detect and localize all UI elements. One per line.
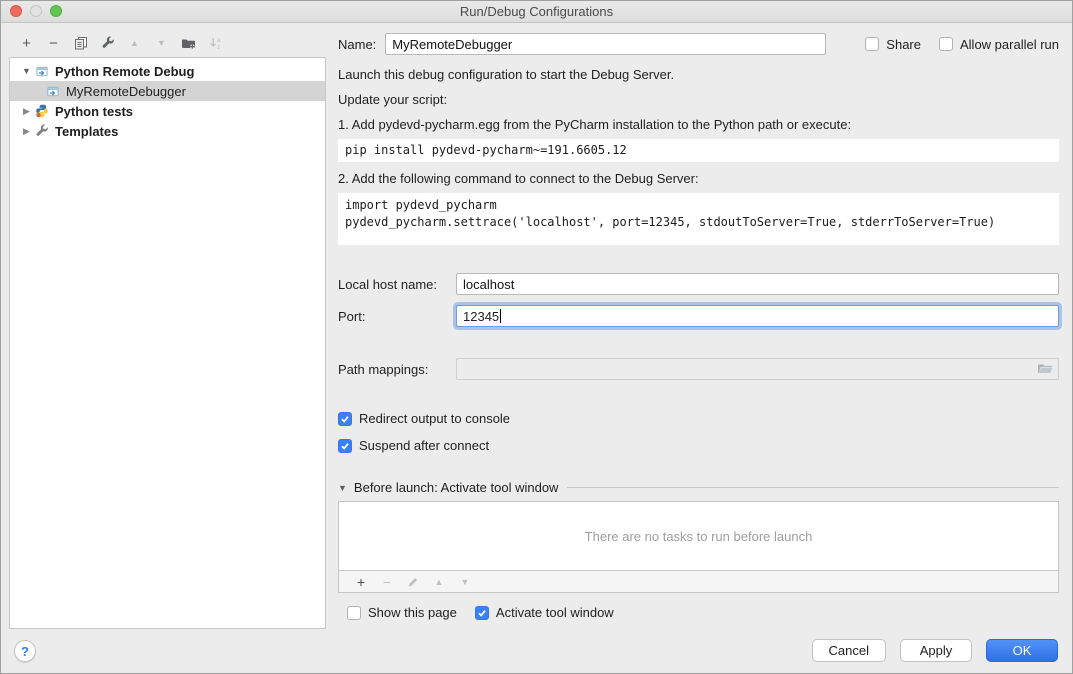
section-divider: [567, 487, 1059, 488]
move-task-up-button: ▲: [426, 577, 452, 587]
ok-button[interactable]: OK: [986, 639, 1058, 662]
browse-folder-icon[interactable]: [1037, 362, 1053, 376]
code-line-import: import pydevd_pycharm: [345, 197, 1052, 214]
share-checkbox[interactable]: [865, 37, 879, 51]
name-label: Name:: [338, 37, 376, 52]
redirect-output-row[interactable]: Redirect output to console: [338, 411, 1059, 426]
text-caret: [500, 309, 501, 323]
sort-alphabetically-icon: az: [202, 31, 229, 55]
collapse-arrow-icon[interactable]: ▶: [20, 106, 33, 117]
edit-templates-wrench-icon[interactable]: [94, 31, 121, 55]
show-this-page-checkbox[interactable]: [347, 606, 361, 620]
suspend-after-connect-label: Suspend after connect: [359, 438, 489, 453]
tree-item-label: MyRemoteDebugger: [66, 84, 186, 99]
tree-item-python-tests[interactable]: ▶ Python tests: [10, 101, 325, 121]
svg-text:z: z: [217, 44, 220, 50]
collapse-section-icon[interactable]: ▼: [338, 483, 347, 493]
new-folder-icon[interactable]: [175, 31, 202, 55]
dialog-footer: ? Cancel Apply OK: [1, 627, 1072, 673]
tree-item-label: Python Remote Debug: [55, 64, 194, 79]
update-script-text: Update your script:: [338, 92, 1059, 108]
step1-text: 1. Add pydevd-pycharm.egg from the PyCha…: [338, 117, 1059, 133]
path-mappings-input[interactable]: [456, 358, 1059, 380]
copy-configuration-icon[interactable]: [67, 31, 94, 55]
move-up-button: ▲: [121, 31, 148, 55]
share-checkbox-pair[interactable]: Share: [865, 37, 921, 52]
before-launch-header[interactable]: ▼ Before launch: Activate tool window: [338, 480, 1059, 495]
remove-configuration-button[interactable]: −: [40, 31, 67, 55]
show-this-page-label: Show this page: [368, 605, 457, 620]
minimize-window-button: [30, 5, 42, 17]
move-task-down-button: ▼: [452, 577, 478, 587]
code-line-settrace: pydevd_pycharm.settrace('localhost', por…: [345, 214, 1052, 231]
before-launch-task-list[interactable]: There are no tasks to run before launch: [338, 501, 1059, 571]
local-host-name-input[interactable]: [456, 273, 1059, 295]
window-title: Run/Debug Configurations: [1, 4, 1072, 19]
configurations-toolbar: + − ▲ ▼ az: [13, 31, 229, 55]
window-controls: [10, 5, 62, 17]
suspend-after-connect-row[interactable]: Suspend after connect: [338, 438, 1059, 453]
collapse-arrow-icon[interactable]: ▶: [20, 126, 33, 137]
tree-item-python-remote-debug[interactable]: ▼ Python Remote Debug: [10, 61, 325, 81]
allow-parallel-run-checkbox-pair[interactable]: Allow parallel run: [939, 37, 1059, 52]
tree-item-myremotedebugger[interactable]: MyRemoteDebugger: [10, 81, 325, 101]
configuration-form: Name: Share Allow parallel run Launch th…: [338, 33, 1059, 620]
path-mappings-label: Path mappings:: [338, 362, 456, 377]
local-host-name-label: Local host name:: [338, 277, 456, 292]
move-down-button: ▼: [148, 31, 175, 55]
titlebar[interactable]: Run/Debug Configurations: [1, 1, 1072, 23]
task-list-toolbar: + − ▲ ▼: [338, 571, 1059, 593]
intro-text: Launch this debug configuration to start…: [338, 67, 1059, 83]
share-label: Share: [886, 37, 921, 52]
add-configuration-button[interactable]: +: [13, 31, 40, 55]
suspend-after-connect-checkbox[interactable]: [338, 439, 352, 453]
redirect-output-checkbox[interactable]: [338, 412, 352, 426]
configurations-tree: ▼ Python Remote Debug MyRemoteDebugger ▶…: [9, 57, 326, 629]
help-button[interactable]: ?: [14, 640, 36, 662]
zoom-window-button[interactable]: [50, 5, 62, 17]
edit-task-pencil-icon: [400, 576, 426, 588]
empty-task-message: There are no tasks to run before launch: [585, 529, 813, 544]
run-debug-configurations-dialog: Run/Debug Configurations + − ▲ ▼ az ▼ Py…: [0, 0, 1073, 674]
close-window-button[interactable]: [10, 5, 22, 17]
tree-item-label: Python tests: [55, 104, 133, 119]
port-label: Port:: [338, 309, 456, 324]
step2-text: 2. Add the following command to connect …: [338, 171, 1059, 187]
tree-item-label: Templates: [55, 124, 118, 139]
allow-parallel-run-checkbox[interactable]: [939, 37, 953, 51]
help-question-icon: ?: [21, 644, 29, 659]
port-input[interactable]: 12345: [456, 305, 1059, 327]
remote-debug-icon: [35, 64, 50, 78]
activate-tool-window-label: Activate tool window: [496, 605, 614, 620]
add-task-button[interactable]: +: [348, 574, 374, 590]
cancel-button[interactable]: Cancel: [812, 639, 886, 662]
show-this-page-pair[interactable]: Show this page: [347, 605, 457, 620]
templates-wrench-icon: [35, 124, 50, 138]
activate-tool-window-checkbox[interactable]: [475, 606, 489, 620]
python-tests-icon: [35, 104, 50, 118]
remote-debug-icon: [46, 84, 61, 98]
pip-install-command[interactable]: pip install pydevd-pycharm~=191.6605.12: [338, 139, 1059, 162]
remove-task-button: −: [374, 574, 400, 590]
tree-item-templates[interactable]: ▶ Templates: [10, 121, 325, 141]
allow-parallel-run-label: Allow parallel run: [960, 37, 1059, 52]
port-value: 12345: [463, 309, 499, 324]
expand-arrow-icon[interactable]: ▼: [20, 66, 33, 76]
redirect-output-label: Redirect output to console: [359, 411, 510, 426]
settrace-code-block[interactable]: import pydevd_pycharm pydevd_pycharm.set…: [338, 193, 1059, 245]
apply-button[interactable]: Apply: [900, 639, 972, 662]
name-input[interactable]: [385, 33, 826, 55]
before-launch-title: Before launch: Activate tool window: [354, 480, 559, 495]
activate-tool-window-pair[interactable]: Activate tool window: [475, 605, 614, 620]
